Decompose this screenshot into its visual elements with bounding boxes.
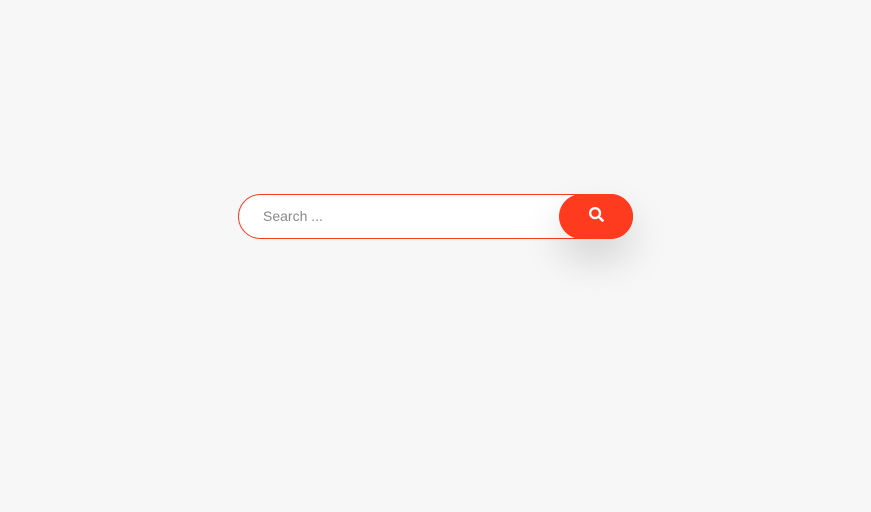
search-icon [589, 207, 604, 225]
search-container [238, 194, 633, 239]
search-button[interactable] [559, 194, 633, 239]
search-wrapper [238, 194, 633, 239]
